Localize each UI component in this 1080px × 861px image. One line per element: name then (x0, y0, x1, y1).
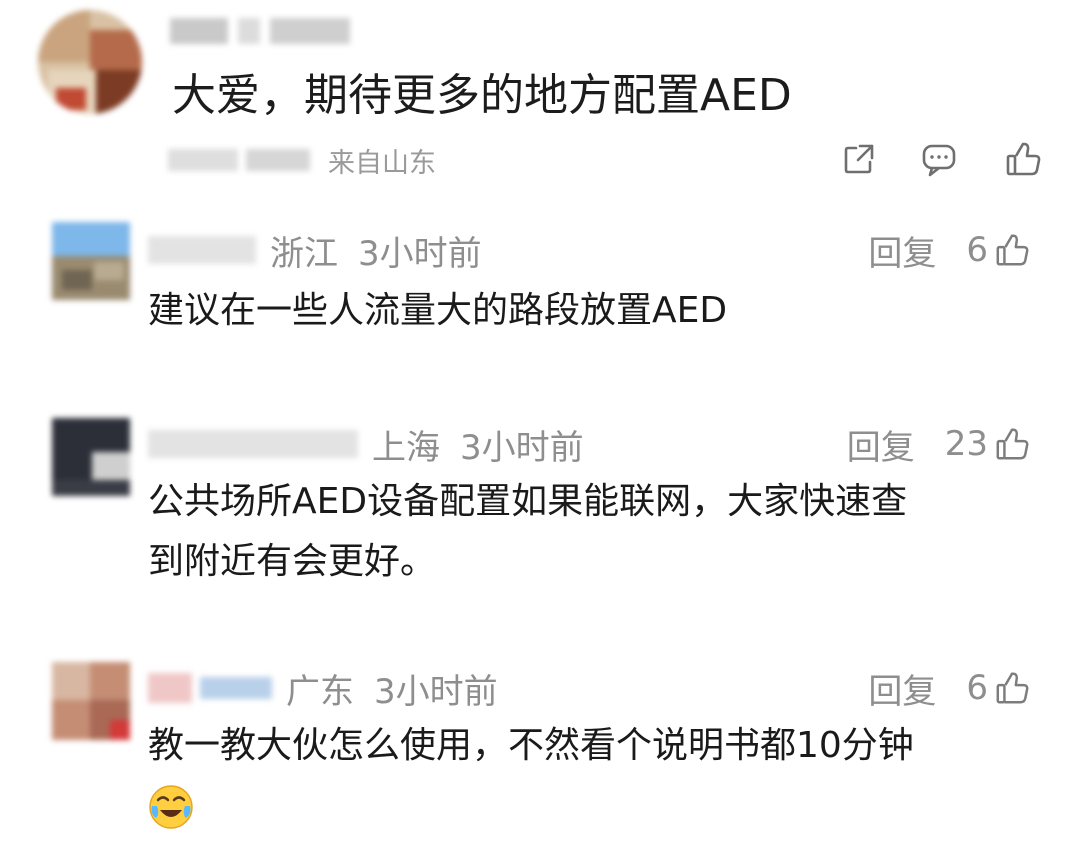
reply-meta: 浙江 3小时前 (148, 226, 482, 274)
reply-location: 上海 (372, 427, 440, 468)
reply-actions: 回复 6 (868, 226, 1030, 274)
share-icon[interactable] (842, 142, 876, 176)
reply-location: 广东 (286, 671, 354, 712)
reply-text-line: 公共场所AED设备配置如果能联网，大家快速查 (148, 481, 908, 522)
reply-button[interactable]: 回复 (868, 664, 936, 713)
reply-avatar[interactable] (52, 222, 130, 300)
date-blurred (168, 149, 238, 171)
username-blurred[interactable] (148, 673, 192, 703)
avatar[interactable] (38, 10, 142, 114)
reply-time: 3小时前 (460, 427, 584, 468)
comment-meta: 来自山东 (168, 142, 436, 179)
reply-meta: 广东 3小时前 (148, 664, 498, 712)
like-icon[interactable] (994, 670, 1030, 706)
like-count: 6 (966, 668, 988, 708)
reply-text: 公共场所AED设备配置如果能联网，大家快速查 到附近有会更好。 (148, 472, 907, 592)
like-icon[interactable] (994, 426, 1030, 462)
reply-avatar[interactable] (52, 418, 130, 496)
reply-location: 浙江 (270, 233, 338, 274)
reply-actions: 回复 23 (847, 420, 1030, 468)
username-blurred-part (200, 677, 272, 699)
reply-text: 建议在一些人流量大的路段放置AED (148, 290, 728, 331)
like-count: 23 (944, 424, 988, 464)
reply-text-line: 到附近有会更好。 (148, 541, 437, 582)
reply-time: 3小时前 (358, 233, 482, 274)
reply-actions: 回复 6 (868, 664, 1030, 712)
time-blurred (246, 149, 310, 171)
reply-text: 教一教大伙怎么使用，不然看个说明书都10分钟 (148, 725, 914, 766)
reply-time: 3小时前 (374, 671, 498, 712)
username-blurred[interactable] (148, 236, 256, 264)
comment-icon[interactable] (920, 140, 958, 178)
username-blurred[interactable] (148, 430, 358, 458)
username-blurred[interactable] (170, 14, 350, 48)
crying-laughing-emoji-icon (148, 784, 194, 830)
reply-button[interactable]: 回复 (847, 420, 915, 469)
location-label: 来自山东 (328, 147, 436, 179)
like-icon[interactable] (1004, 140, 1042, 178)
reply-avatar[interactable] (52, 662, 130, 740)
comment-text: 大爱，期待更多的地方配置AED (172, 70, 792, 121)
reply-meta: 上海 3小时前 (148, 420, 584, 468)
like-count: 6 (966, 230, 988, 270)
reply-button[interactable]: 回复 (868, 226, 936, 275)
like-icon[interactable] (994, 232, 1030, 268)
